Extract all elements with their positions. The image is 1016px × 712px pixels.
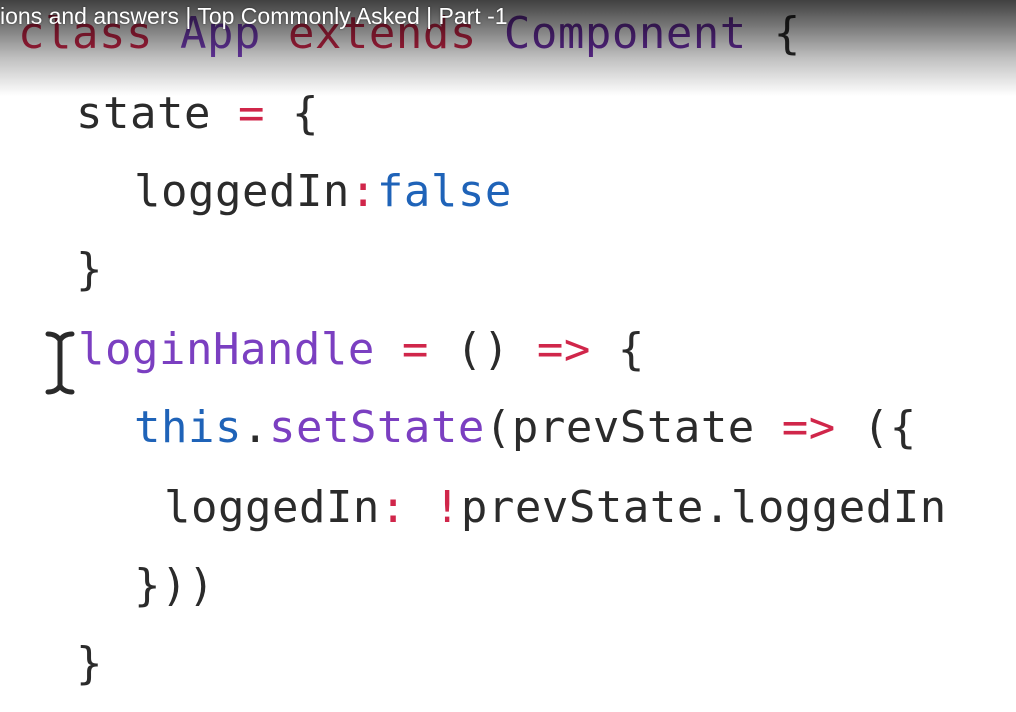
close-brace: } xyxy=(76,638,103,689)
arrow-operator: => xyxy=(781,402,836,453)
code-line-loggedin-false: loggedIn:false xyxy=(134,164,512,220)
parent-class-name: Component xyxy=(503,8,747,59)
literal-false: false xyxy=(376,166,512,217)
close-brace: } xyxy=(76,244,103,295)
code-line-loginhandle: loginHandle = () => { xyxy=(78,322,645,378)
argument-prevstate: (prevState xyxy=(484,402,782,453)
parens: () xyxy=(428,324,537,375)
operator-not: ! xyxy=(433,482,461,533)
open-brace: { xyxy=(264,88,319,139)
close-brace-parens: })) xyxy=(134,560,215,611)
video-title[interactable]: ions and answers | Top Commonly Asked | … xyxy=(0,0,508,32)
identifier-loggedin: loggedIn xyxy=(134,166,350,217)
dot: . xyxy=(241,402,269,453)
open-brace: { xyxy=(590,324,645,375)
code-line-state: state = { xyxy=(76,86,319,142)
identifier-state: state xyxy=(76,88,211,139)
code-line-setstate: this.setState(prevState => ({ xyxy=(134,400,917,456)
keyword-this: this xyxy=(134,402,242,453)
operator-assign: = xyxy=(401,324,429,375)
code-line-close-setstate: })) xyxy=(134,558,215,614)
code-display: class App extends Component { state = { … xyxy=(0,0,1016,712)
code-line-close-handler: } xyxy=(76,636,103,692)
open-brace: { xyxy=(746,8,801,59)
open-paren-brace: ({ xyxy=(835,402,917,453)
operator-assign: = xyxy=(237,88,265,139)
expression-prevstate-loggedin: prevState.loggedIn xyxy=(460,482,947,533)
arrow-operator: => xyxy=(536,324,591,375)
code-line-close-brace: } xyxy=(76,242,103,298)
colon: : xyxy=(349,166,377,217)
colon: : xyxy=(379,482,407,533)
code-line-toggle-loggedin: loggedIn: !prevState.loggedIn xyxy=(164,480,947,536)
method-setstate: setState xyxy=(268,402,485,453)
text-cursor-icon xyxy=(45,331,75,395)
video-frame[interactable]: class App extends Component { state = { … xyxy=(0,0,1016,712)
identifier-loginhandle: loginHandle xyxy=(78,324,375,375)
identifier-loggedin: loggedIn xyxy=(164,482,380,533)
